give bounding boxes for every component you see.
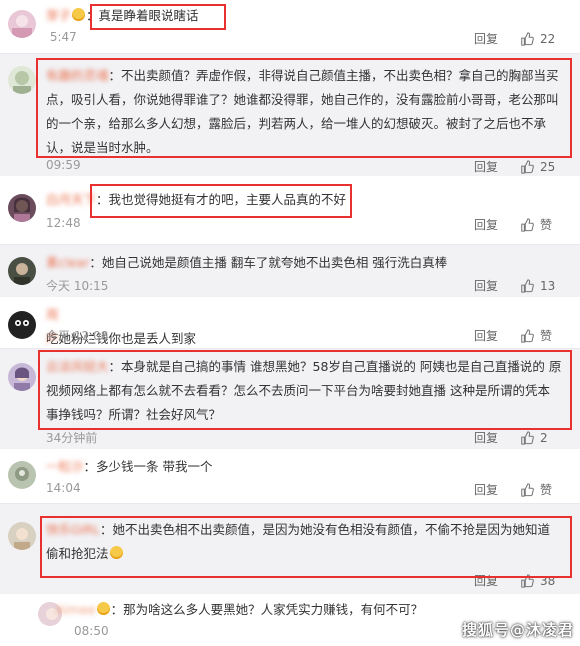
comment-item: 一粒沙：多少钱一条 带我一个 14:04 回复 赞	[0, 451, 580, 501]
reply-button[interactable]: 回复	[474, 481, 498, 498]
avatar[interactable]	[8, 461, 36, 489]
avatar[interactable]	[8, 363, 36, 391]
comment-username[interactable]: 芽子	[46, 4, 71, 28]
comment-time: 34分钟前	[46, 431, 98, 445]
comment-time: 08:50	[74, 624, 109, 638]
comment-username[interactable]: Aimee	[56, 598, 96, 622]
comment-username[interactable]: 白月天下	[46, 188, 96, 212]
reply-button[interactable]: 回复	[474, 216, 498, 233]
comment-time: 12:48	[46, 216, 81, 230]
comment-text: 不出卖颜值？弄虚作假，非得说自己颜值主播，不出卖色相？拿自己的胸部当买点，吸引人…	[46, 68, 559, 155]
comment-username[interactable]: 一粒沙	[46, 455, 84, 479]
comment-text: 本身就是自己搞的事情 谁想黑她？58岁自己直播说的 阿姨也是自己直播说的 原视频…	[46, 359, 562, 422]
smile-emoji-icon	[72, 8, 86, 21]
reply-button[interactable]: 回复	[474, 572, 498, 589]
comment-item: 有趣的灵魂：不出卖颜值？弄虚作假，非得说自己颜值主播，不出卖色相？拿自己的胸部当…	[0, 54, 580, 176]
thumbs-up-icon[interactable]	[520, 217, 534, 232]
comment-username[interactable]: 云淡风轻大	[46, 355, 109, 379]
thumbs-up-icon[interactable]	[520, 31, 534, 46]
avatar[interactable]	[8, 311, 36, 339]
reply-button[interactable]: 回复	[474, 30, 498, 47]
like-count: 13	[540, 278, 556, 293]
avatar[interactable]	[8, 194, 36, 222]
avatar[interactable]	[8, 66, 36, 94]
comment-time: 09:59	[46, 158, 81, 172]
like-count: 22	[540, 31, 556, 46]
comment-item: 素clear：她自己说她是颜值主播 翻车了就夸她不出卖色相 强行洗白真棒 今天 …	[0, 245, 580, 297]
like-count: 25	[540, 159, 556, 174]
like-count: 赞	[540, 329, 553, 343]
like-count: 赞	[540, 483, 553, 497]
avatar[interactable]	[8, 10, 36, 38]
comment-item: 芽子 ：真是睁着眼说瞎话 5:47 回复 22	[0, 0, 580, 50]
reply-button[interactable]: 回复	[474, 429, 498, 446]
comment-time: 今天 10:15	[46, 279, 109, 293]
comment-time: 14:04	[46, 481, 81, 495]
like-count: 38	[540, 573, 556, 588]
like-count: 赞	[540, 218, 553, 232]
thumbs-up-icon[interactable]	[520, 159, 534, 174]
thumbs-up-icon[interactable]	[520, 573, 534, 588]
comment-username[interactable]: 有趣的灵魂	[46, 64, 109, 88]
like-count: 2	[540, 430, 548, 445]
comment-text: 多少钱一条 带我一个	[96, 459, 213, 474]
comment-username[interactable]: 素clear	[46, 251, 89, 275]
comment-time: 5:47	[49, 30, 77, 44]
grin-emoji-icon	[109, 546, 123, 559]
comment-item: 白月天下：我也觉得她挺有才的吧，主要人品真的不好 12:48 回复 赞	[0, 178, 580, 242]
thumbs-up-icon[interactable]	[520, 430, 534, 445]
avatar[interactable]	[8, 522, 36, 550]
thumbs-up-icon[interactable]	[520, 482, 534, 497]
watermark: 搜狐号@沐凌君	[461, 621, 574, 639]
reply-button[interactable]: 回复	[474, 277, 498, 294]
smile-emoji-icon	[96, 602, 110, 615]
comment-item: 云淡风轻大：本身就是自己搞的事情 谁想黑她？58岁自己直播说的 阿姨也是自己直播…	[0, 349, 580, 449]
reply-button[interactable]: 回复	[474, 158, 498, 175]
comment-username[interactable]: 快乐GIRL	[46, 518, 100, 542]
thumbs-up-icon[interactable]	[520, 278, 534, 293]
comment-text: 我也觉得她挺有才的吧，主要人品真的不好	[108, 192, 347, 207]
comment-text: 她自己说她是颜值主播 翻车了就夸她不出卖色相 强行洗白真棒	[101, 255, 448, 270]
comment-time: 今天 12:08	[46, 329, 109, 343]
comment-item: 快乐GIRL：她不出卖色相不出卖颜值，是因为她没有色相没有颜值，不偷不抢是因为她…	[0, 504, 580, 638]
reply-button[interactable]: 回复	[474, 327, 498, 344]
thumbs-up-icon[interactable]	[520, 328, 534, 343]
comment-text: 真是睁着眼说瞎话	[98, 8, 199, 23]
comment-text: 那为啥这么多人要黑她？人家凭实力赚钱，有何不可？	[123, 602, 424, 617]
comment-item: 用户吃她粉烂钱你也是丢人到家 今天 12:08 回复 赞	[0, 299, 580, 347]
avatar[interactable]	[8, 257, 36, 285]
